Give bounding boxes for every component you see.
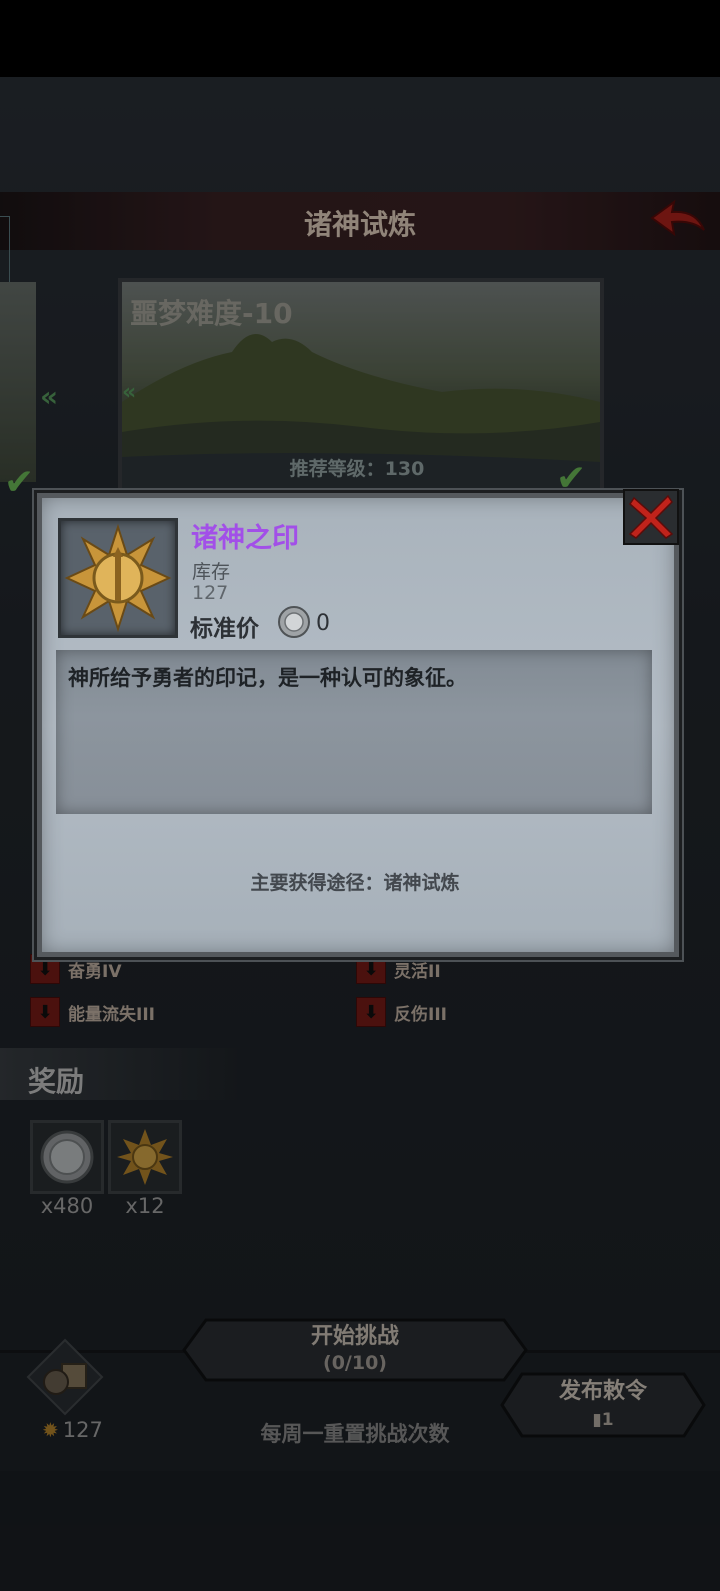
item-description: 神所给予勇者的印记，是一种认可的象征。 [68,666,467,690]
price-value: 0 [316,611,330,636]
close-icon[interactable] [622,488,680,546]
gods-seal-icon [64,523,172,633]
silver-coin-icon [278,606,310,638]
price-label: 标准价 [190,616,259,642]
stock-value: 127 [192,582,229,604]
stock-label: 库存 [192,561,231,583]
acquisition-source: 主要获得途径：诸神试炼 [250,872,460,894]
item-name: 诸神之印 [191,523,299,554]
item-icon-frame [58,518,178,638]
